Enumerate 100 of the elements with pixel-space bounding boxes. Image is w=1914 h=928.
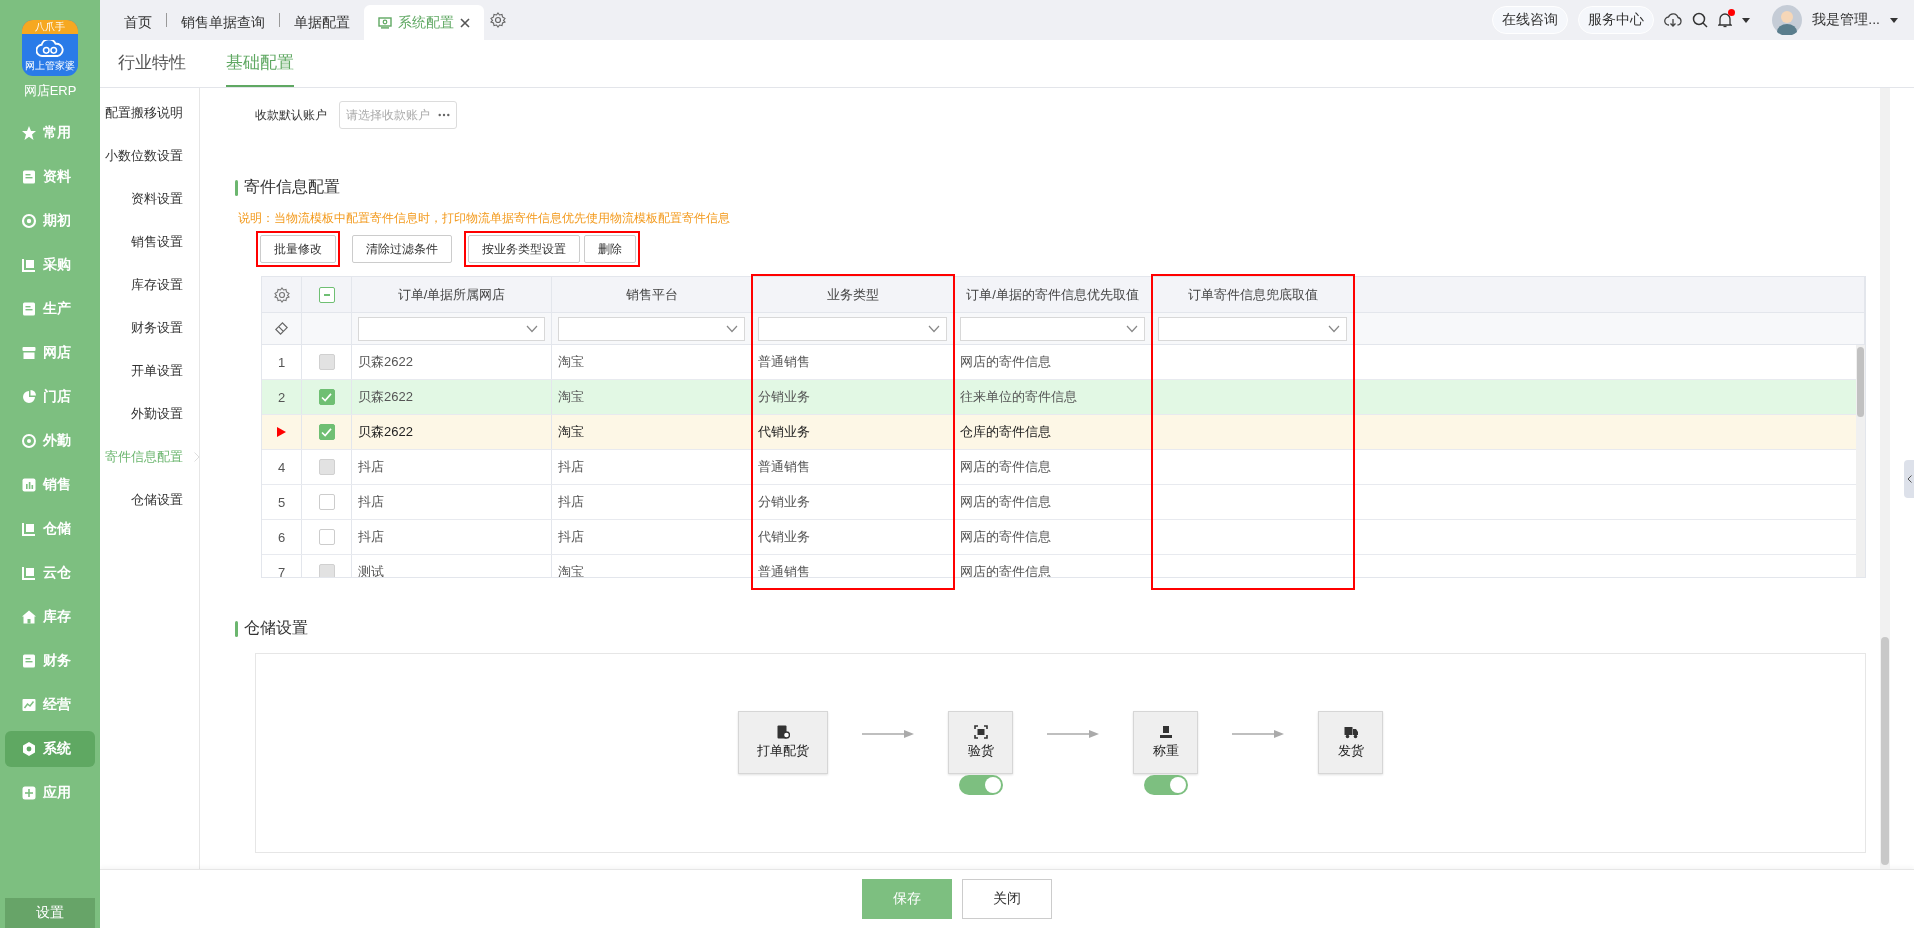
- filter-dropdown[interactable]: [558, 316, 745, 341]
- toolbar-button[interactable]: 批量修改: [260, 235, 336, 263]
- note-text: 说明：当物流模板中配置寄件信息时，打印物流单据寄件信息优先使用物流模板配置寄件信息: [238, 210, 731, 227]
- table-cell: 网店的寄件信息: [960, 458, 1051, 476]
- row-number: 7: [277, 564, 286, 577]
- table-cell: 淘宝: [558, 388, 584, 406]
- document-icon: [21, 653, 37, 669]
- row-number: 1: [277, 354, 286, 370]
- scrollbar[interactable]: [1880, 88, 1890, 869]
- table-cell: 淘宝: [558, 353, 584, 371]
- workflow-step[interactable]: 打单配货: [738, 711, 828, 774]
- column-header: 订单寄件信息兜底取值: [1187, 285, 1318, 304]
- checkbox[interactable]: [318, 286, 335, 303]
- filter-dropdown[interactable]: [358, 316, 545, 341]
- row-number: 5: [277, 494, 286, 510]
- section-link[interactable]: 资料设置: [131, 187, 183, 211]
- toolbar-button[interactable]: 清除过滤条件: [352, 235, 452, 263]
- filter-dropdown[interactable]: [758, 316, 947, 341]
- document-icon: [21, 301, 37, 317]
- chart-icon: [21, 697, 37, 713]
- table-cell: 淘宝: [558, 563, 584, 577]
- toolbar-button[interactable]: 删除: [584, 235, 636, 263]
- checkbox[interactable]: [318, 494, 335, 510]
- eraser-icon[interactable]: [274, 321, 289, 336]
- toggle-switch[interactable]: [958, 775, 1003, 795]
- table-cell: 淘宝: [558, 423, 584, 441]
- filter-dropdown[interactable]: [960, 316, 1145, 341]
- toolbar-button[interactable]: 按业务类型设置: [468, 235, 580, 263]
- close-icon[interactable]: [460, 17, 470, 28]
- app-name: 网店ERP: [23, 82, 77, 100]
- workflow-step[interactable]: 称重: [1133, 711, 1198, 774]
- table-cell: 抖店: [558, 493, 584, 511]
- section-title: 寄件信息配置: [244, 177, 340, 197]
- checkbox[interactable]: [318, 424, 335, 440]
- table-cell: 测试: [358, 563, 384, 577]
- table-cell: 网店的寄件信息: [960, 493, 1051, 511]
- avatar-icon[interactable]: [1772, 5, 1803, 35]
- more-icon[interactable]: [438, 113, 450, 117]
- tab[interactable]: 单据配置: [280, 5, 364, 40]
- chevron-down-icon: [1126, 324, 1138, 333]
- workflow-step[interactable]: 发货: [1318, 711, 1383, 774]
- checkbox[interactable]: [318, 529, 335, 545]
- account-field[interactable]: 请选择收款账户: [339, 101, 457, 129]
- store-icon: [21, 345, 37, 361]
- table-cell: 贝森2622: [358, 388, 413, 406]
- column-header: 订单/单据的寄件信息优先取值: [966, 285, 1139, 304]
- table-cell: 抖店: [358, 528, 384, 546]
- close-button[interactable]: 关闭: [962, 879, 1052, 919]
- bell-icon[interactable]: [1718, 12, 1733, 28]
- section-link[interactable]: 开单设置: [131, 359, 183, 383]
- table-cell: 抖店: [358, 458, 384, 476]
- header-button[interactable]: 在线咨询: [1492, 6, 1569, 34]
- settings-icon[interactable]: [273, 286, 290, 303]
- section-link[interactable]: 小数位数设置: [105, 144, 183, 168]
- table-cell: 代销业务: [758, 528, 810, 546]
- table-cell: 普通销售: [758, 353, 810, 371]
- hexagon-icon: [21, 741, 37, 757]
- caret-icon: [1890, 17, 1898, 23]
- table-cell: 仓库的寄件信息: [960, 423, 1051, 441]
- collapse-handle[interactable]: [1904, 460, 1914, 498]
- tab[interactable]: 首页: [110, 5, 166, 40]
- column-header: 业务类型: [826, 285, 879, 304]
- scale-icon: [1158, 725, 1173, 739]
- header-button[interactable]: 服务中心: [1578, 6, 1655, 34]
- monitor-icon: [378, 16, 392, 29]
- table-cell: 抖店: [358, 493, 384, 511]
- workflow-step[interactable]: 验货: [948, 711, 1013, 774]
- column-header: 销售平台: [625, 285, 678, 304]
- section-link[interactable]: 财务设置: [131, 316, 183, 340]
- section-title: 仓储设置: [244, 618, 308, 638]
- star-icon: [21, 125, 37, 141]
- truck-icon: [1343, 725, 1358, 739]
- row-number: 4: [277, 459, 286, 475]
- notification-dot: [1728, 9, 1736, 16]
- search-icon[interactable]: [1692, 12, 1709, 28]
- section-link[interactable]: 外勤设置: [131, 402, 183, 426]
- current-row-icon: [277, 427, 286, 437]
- user-name[interactable]: 我是管理...: [1812, 11, 1880, 29]
- section-link[interactable]: 销售设置: [131, 230, 183, 254]
- tab[interactable]: 销售单据查询: [167, 5, 279, 40]
- field-label: 收款默认账户: [255, 106, 327, 124]
- checkbox[interactable]: [318, 389, 335, 405]
- column-header: 订单/单据所属网店: [397, 285, 506, 304]
- toggle-switch[interactable]: [1143, 775, 1188, 795]
- settings-icon[interactable]: [490, 12, 506, 28]
- cloud-download-icon[interactable]: [1664, 12, 1683, 28]
- section-link[interactable]: 仓储设置: [131, 488, 183, 512]
- table-cell: 网店的寄件信息: [960, 563, 1051, 577]
- tab[interactable]: 行业特性: [118, 40, 186, 87]
- section-link[interactable]: 库存设置: [131, 273, 183, 297]
- chevron-down-icon: [726, 324, 738, 333]
- section-link[interactable]: 配置搬移说明: [105, 101, 183, 125]
- table-cell: 普通销售: [758, 458, 810, 476]
- row-number: 2: [277, 389, 286, 405]
- document-icon: [21, 169, 37, 185]
- table-cell: 分销业务: [758, 388, 810, 406]
- flow-arrow: [1047, 729, 1099, 739]
- filter-dropdown[interactable]: [1158, 316, 1347, 341]
- table-cell: 抖店: [558, 458, 584, 476]
- scrollbar[interactable]: [1856, 345, 1865, 577]
